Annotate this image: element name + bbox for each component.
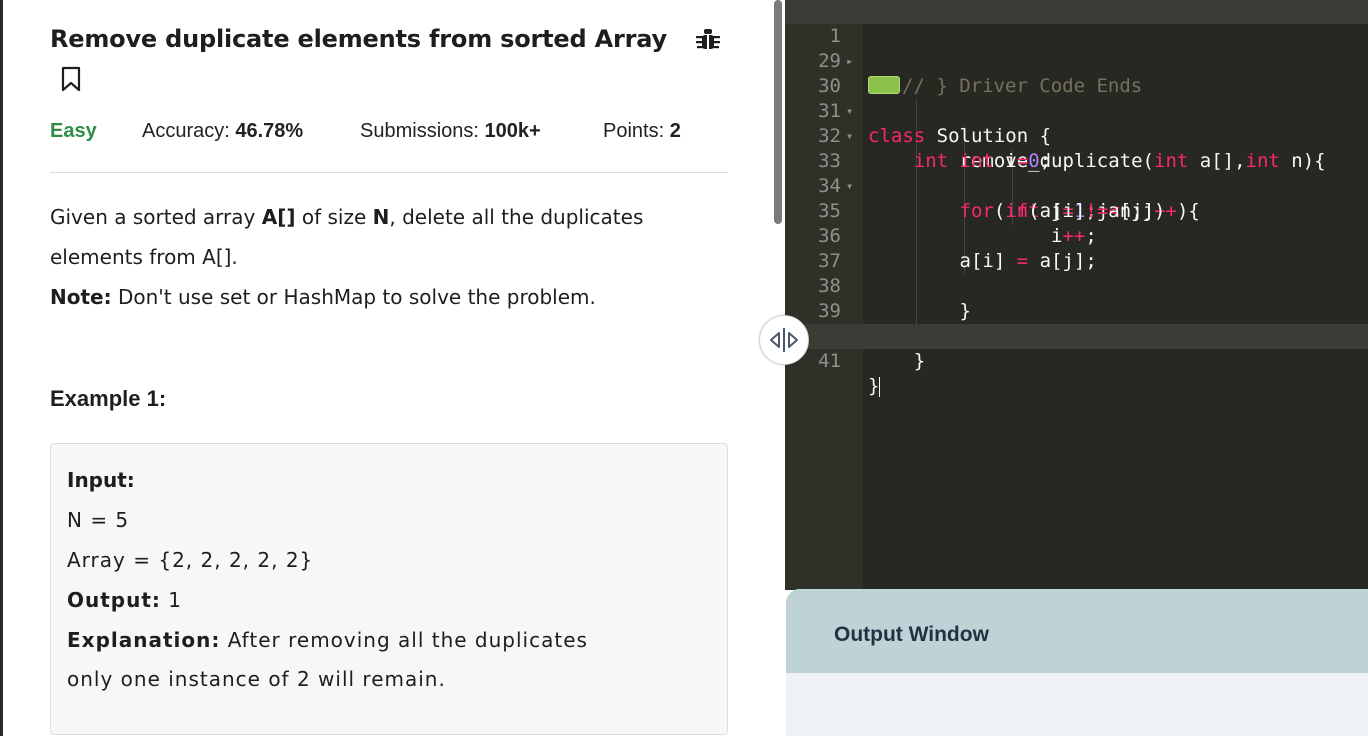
input-label: Input: xyxy=(67,468,135,492)
points-stat: Points: 2 xyxy=(603,120,681,143)
submissions-label: Submissions: xyxy=(360,120,479,142)
accuracy-value: 46.78% xyxy=(235,120,304,142)
code-line: 32 int i=0; xyxy=(785,99,1368,172)
code-line-active: 41 } xyxy=(785,324,1368,397)
desc-array-name: A[] xyxy=(261,205,296,229)
output-line: Output: 1 xyxy=(67,588,182,612)
accuracy-label: Accuracy: xyxy=(142,120,230,142)
code-line: 36 a[i] = a[j]; xyxy=(785,199,1368,272)
code-line: 34 if(a[i]!=a[j]) xyxy=(785,149,1368,222)
note-label: Note: xyxy=(50,285,112,309)
panel-edge xyxy=(0,0,3,736)
bookmark-icon[interactable] xyxy=(60,66,82,92)
code-editor[interactable]: 1 ▸ // } Driver Code Ends 29 30 ▾ class … xyxy=(785,0,1368,590)
input-n: N = 5 xyxy=(67,508,130,532)
code-line: 30 ▾ class Solution { xyxy=(785,49,1368,147)
text-cursor xyxy=(879,376,881,397)
explanation-label: Explanation: xyxy=(67,628,221,652)
input-array: Array = {2, 2, 2, 2, 2} xyxy=(67,548,314,572)
code-line: 38 } xyxy=(785,249,1368,322)
points-label: Points: xyxy=(603,120,665,142)
output-window: Output Window xyxy=(786,589,1368,736)
explanation-line-1: Explanation: After removing all the dupl… xyxy=(67,628,588,652)
example-box: Input: N = 5 Array = {2, 2, 2, 2, 2} Out… xyxy=(50,443,728,735)
code-line: 33 ▾ for(int j=1;j<n;j++){ xyxy=(785,124,1368,222)
desc-text: of size xyxy=(295,205,373,229)
code-line: 1 ▸ // } Driver Code Ends xyxy=(785,0,1368,97)
code-line: 39 return i+1; xyxy=(785,274,1368,347)
bug-report-icon[interactable] xyxy=(695,27,721,55)
code-line: 29 xyxy=(785,24,1368,72)
description-line-1: Given a sorted array A[] of size N, dele… xyxy=(50,205,643,229)
explanation-text: After removing all the duplicates xyxy=(220,628,588,652)
note-line: Note: Don't use set or HashMap to solve … xyxy=(50,285,596,309)
problem-title: Remove duplicate elements from sorted Ar… xyxy=(50,25,667,53)
code-line: 40 } xyxy=(785,299,1368,372)
desc-text: , delete all the duplicates xyxy=(389,205,644,229)
code-line: 37 xyxy=(785,224,1368,272)
difficulty-badge: Easy xyxy=(50,120,97,142)
output-window-header[interactable]: Output Window xyxy=(786,589,1368,673)
points-value: 2 xyxy=(669,120,681,142)
description-line-2: elements from A[]. xyxy=(50,245,238,269)
resize-handle-icon[interactable] xyxy=(759,315,809,365)
submissions-stat: Submissions: 100k+ xyxy=(360,120,541,143)
problem-scrollbar[interactable] xyxy=(774,0,782,224)
output-window-title: Output Window xyxy=(834,623,989,646)
output-label: Output: xyxy=(67,588,161,612)
example-heading: Example 1: xyxy=(50,386,167,411)
submissions-value: 100k+ xyxy=(484,120,541,142)
code-line: 31 ▾ int remove_duplicate(int a[],int n)… xyxy=(785,74,1368,172)
note-text: Don't use set or HashMap to solve the pr… xyxy=(111,285,596,309)
accuracy-stat: Accuracy: 46.78% xyxy=(142,120,303,143)
divider xyxy=(50,172,728,173)
output-value: 1 xyxy=(160,588,183,612)
problem-panel: Remove duplicate elements from sorted Ar… xyxy=(0,0,785,736)
explanation-line-2: only one instance of 2 will remain. xyxy=(67,667,446,691)
code-line: 35 i++; xyxy=(785,174,1368,247)
desc-text: Given a sorted array xyxy=(50,205,262,229)
desc-size-name: N xyxy=(372,205,390,229)
